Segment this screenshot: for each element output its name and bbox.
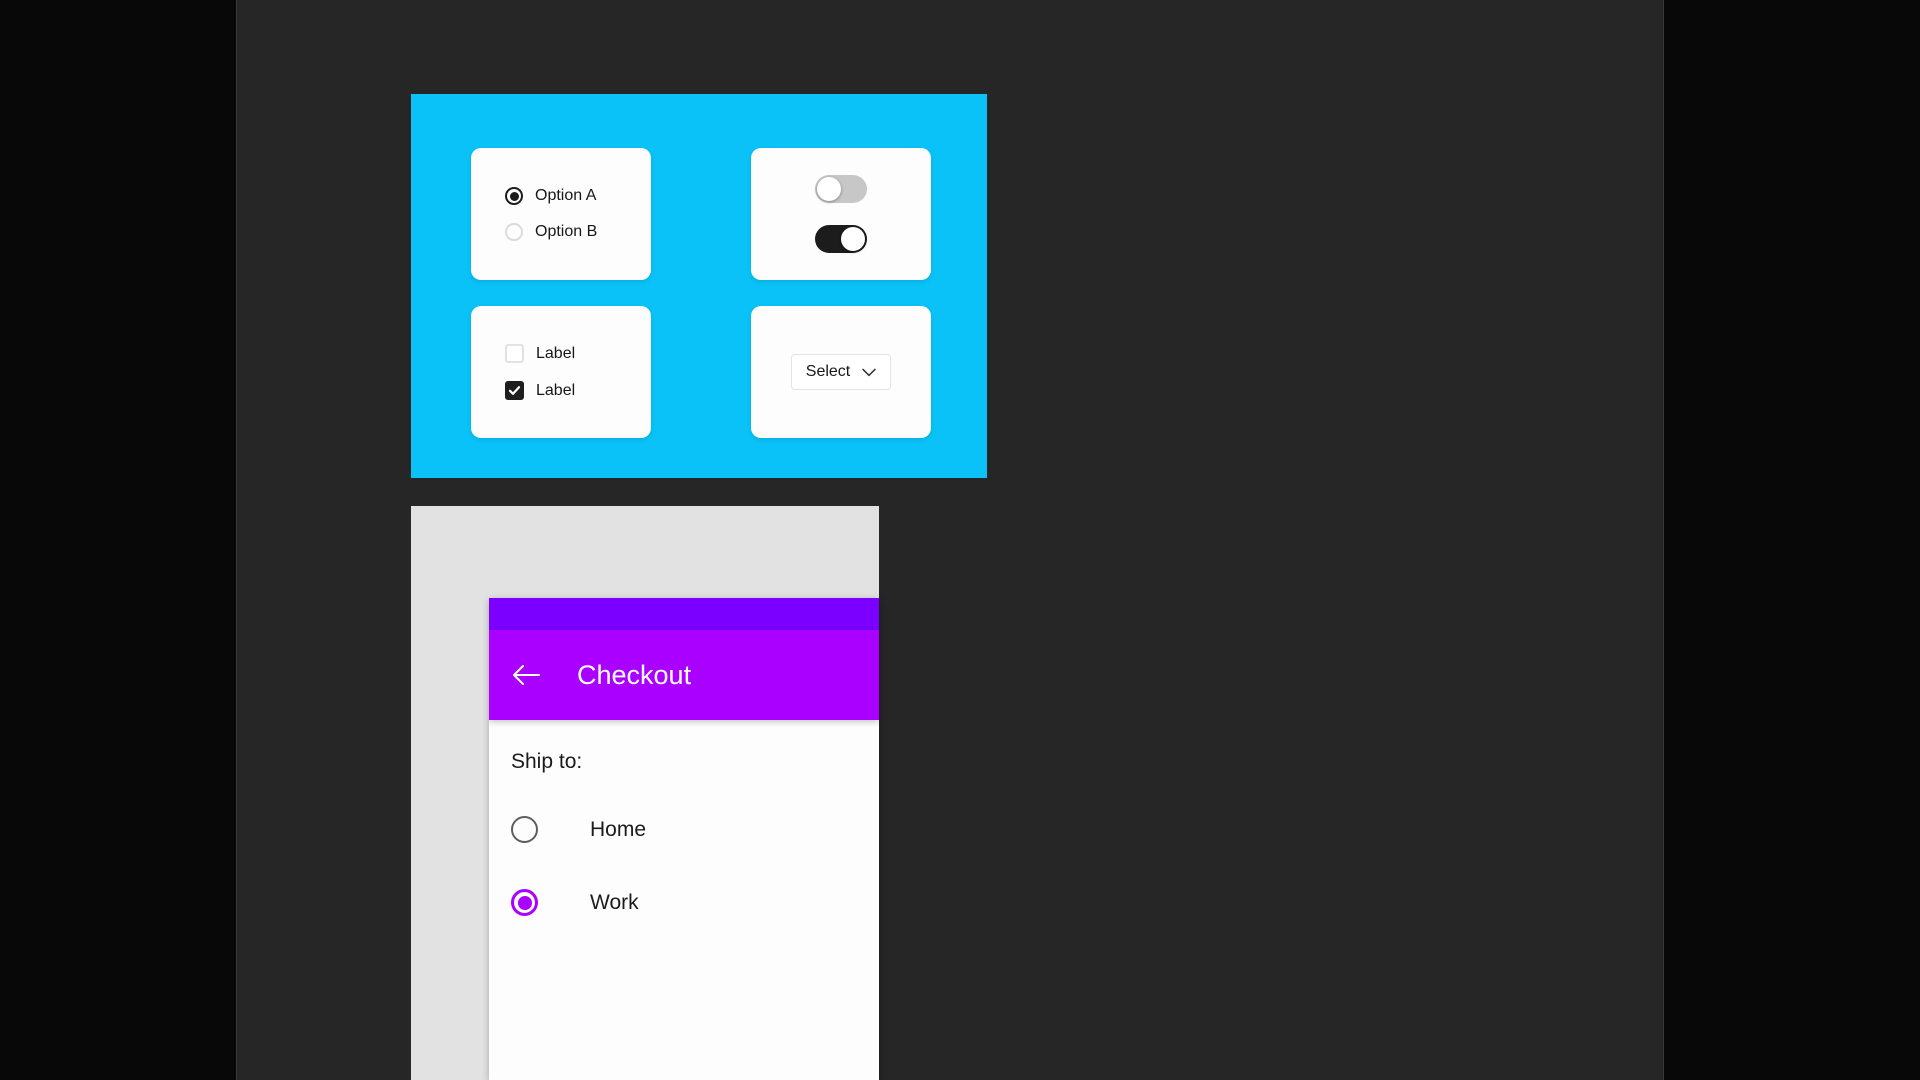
checkbox-row-checked[interactable]: Label bbox=[505, 381, 617, 400]
ship-option-home-label: Home bbox=[590, 818, 647, 841]
radio-option-b-label: Option B bbox=[535, 223, 598, 240]
status-bar bbox=[489, 598, 879, 630]
chevron-down-icon bbox=[862, 368, 876, 376]
radio-option-a[interactable]: Option A bbox=[505, 187, 617, 205]
viewport: Option A Option B Label Label Select Che… bbox=[0, 0, 1920, 1080]
radio-selected-icon[interactable] bbox=[511, 889, 538, 916]
ship-option-work[interactable]: Work bbox=[511, 889, 857, 916]
app-bar: Checkout bbox=[489, 630, 879, 720]
phone-body: Ship to: Home Work bbox=[489, 720, 879, 916]
radio-unselected-icon[interactable] bbox=[511, 816, 538, 843]
radio-selected-icon[interactable] bbox=[505, 187, 523, 205]
radio-option-b[interactable]: Option B bbox=[505, 223, 617, 241]
radio-unselected-icon[interactable] bbox=[505, 223, 523, 241]
radio-option-a-label: Option A bbox=[535, 187, 597, 204]
toggle-switch-off[interactable] bbox=[815, 175, 867, 203]
checkbox-row-unchecked[interactable]: Label bbox=[505, 344, 617, 363]
toggle-knob bbox=[817, 177, 841, 201]
page-canvas: Option A Option B Label Label Select Che… bbox=[236, 0, 1664, 1080]
checkbox-group-card: Label Label bbox=[471, 306, 651, 438]
ship-option-home[interactable]: Home bbox=[511, 816, 857, 843]
ship-to-label: Ship to: bbox=[511, 750, 583, 773]
ship-option-work-label: Work bbox=[590, 891, 639, 914]
phone-screen: Checkout Ship to: Home Work bbox=[489, 598, 879, 1080]
app-bar-title: Checkout bbox=[577, 659, 692, 690]
checkbox-unchecked-label: Label bbox=[536, 344, 576, 362]
device-frame: Checkout Ship to: Home Work bbox=[411, 506, 879, 1080]
checkbox-checked-label: Label bbox=[536, 381, 576, 399]
radio-group-card: Option A Option B bbox=[471, 148, 651, 280]
checkbox-unchecked-icon[interactable] bbox=[505, 344, 524, 363]
components-panel: Option A Option B Label Label Select bbox=[411, 94, 987, 478]
select-button-label: Select bbox=[805, 363, 851, 380]
toggle-knob bbox=[841, 227, 865, 251]
toggle-group-card bbox=[751, 148, 931, 280]
toggle-switch-on[interactable] bbox=[815, 225, 867, 253]
checkbox-checked-icon[interactable] bbox=[505, 381, 524, 400]
select-button[interactable]: Select bbox=[790, 354, 892, 390]
select-card: Select bbox=[751, 306, 931, 438]
arrow-left-icon[interactable] bbox=[511, 664, 541, 686]
